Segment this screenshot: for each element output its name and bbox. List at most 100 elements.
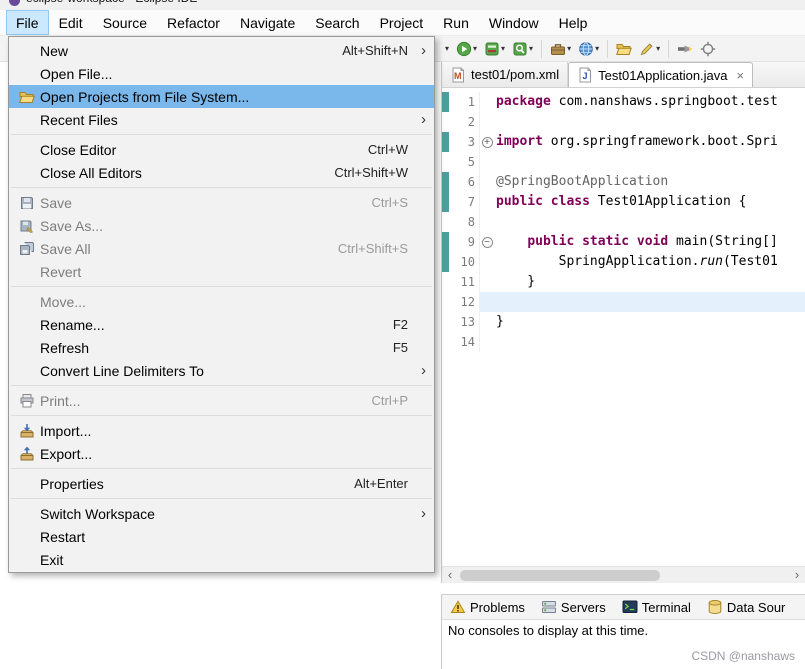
code-line-8[interactable]: 8	[442, 212, 805, 232]
window-titlebar: eclipse-workspace - Eclipse IDE	[0, 0, 805, 10]
code-line-12[interactable]: 12	[442, 292, 805, 312]
code-text: SpringApplication.run(Test01	[494, 252, 805, 272]
line-number: 2	[449, 112, 479, 132]
dropdown-caret-icon[interactable]: ▾	[529, 44, 533, 53]
view-tab-terminal[interactable]: Terminal	[614, 595, 699, 619]
code-line-13[interactable]: 13}	[442, 312, 805, 332]
file-menu-popup: NewAlt+Shift+N› Open File... Open Projects…	[8, 36, 435, 573]
code-line-10[interactable]: 10 SpringApplication.run(Test01	[442, 252, 805, 272]
console-view: No consoles to display at this time. CSD…	[441, 620, 805, 669]
menubar-item-search[interactable]: Search	[305, 10, 369, 35]
code-line-1[interactable]: 1package com.nanshaws.springboot.test	[442, 92, 805, 112]
view-tab-data-sour[interactable]: Data Sour	[699, 595, 794, 619]
fold-collapse-icon[interactable]: −	[482, 237, 493, 248]
menu-item-label: Close Editor	[40, 142, 116, 158]
line-number: 9	[449, 232, 479, 252]
file-menu-item-save-as: Save As...	[9, 214, 434, 237]
fold-gutter	[479, 152, 494, 172]
toolbar-coverage-button[interactable]: ▾	[481, 39, 508, 59]
view-tab-problems[interactable]: Problems	[442, 595, 533, 619]
dropdown-caret-icon[interactable]: ▾	[473, 44, 477, 53]
open-folder-icon	[616, 41, 632, 57]
file-menu-item-exit[interactable]: Exit	[9, 548, 434, 571]
menubar-item-edit[interactable]: Edit	[49, 10, 93, 35]
file-menu-item-open-projects-from-file-system[interactable]: Open Projects from File System...	[9, 85, 434, 108]
fold-gutter[interactable]: −	[479, 232, 494, 252]
code-text	[494, 332, 805, 352]
dropdown-caret-icon[interactable]: ▾	[656, 44, 660, 53]
editor-tabbar: Mtest01/pom.xmlJTest01Application.java×	[441, 62, 805, 88]
menubar-item-run[interactable]: Run	[433, 10, 479, 35]
toolbar-mark-text-button[interactable]: ▾	[636, 39, 663, 59]
editor-tab-test01application-java[interactable]: JTest01Application.java×	[568, 62, 753, 87]
menubar-item-refactor[interactable]: Refactor	[157, 10, 230, 35]
menubar-item-project[interactable]: Project	[370, 10, 434, 35]
scroll-left-icon[interactable]	[442, 567, 458, 583]
globe-icon	[578, 41, 594, 57]
scroll-right-icon[interactable]	[789, 567, 805, 583]
dropdown-caret-icon[interactable]: ▾	[595, 44, 599, 53]
menu-item-label: Properties	[40, 476, 104, 492]
fold-gutter	[479, 192, 494, 212]
file-menu-item-switch-workspace[interactable]: Switch Workspace›	[9, 502, 434, 525]
file-menu-item-new[interactable]: NewAlt+Shift+N›	[9, 39, 434, 62]
code-line-2[interactable]: 2	[442, 112, 805, 132]
scrollbar-thumb[interactable]	[460, 570, 660, 581]
fold-gutter	[479, 332, 494, 352]
change-bar	[442, 252, 449, 272]
menu-item-label: Convert Line Delimiters To	[40, 363, 204, 379]
toolbar-open-web-browser-button[interactable]: ▾	[575, 39, 602, 59]
change-bar	[442, 192, 449, 212]
file-menu-item-convert-line-delimiters-to[interactable]: Convert Line Delimiters To ›	[9, 359, 434, 382]
menu-separator	[11, 286, 432, 287]
file-menu-item-open-file[interactable]: Open File...	[9, 62, 434, 85]
file-menu-item-import[interactable]: Import...	[9, 419, 434, 442]
toolbar-new-wizard-button[interactable]: ▾	[547, 39, 574, 59]
toolbar-last-edit-location-button[interactable]	[697, 39, 719, 59]
fold-gutter[interactable]: +	[479, 132, 494, 152]
dropdown-caret-icon[interactable]: ▾	[567, 44, 571, 53]
fold-gutter	[479, 272, 494, 292]
file-menu-item-close-all-editors[interactable]: Close All EditorsCtrl+Shift+W	[9, 161, 434, 184]
menu-item-label: Save As...	[40, 218, 103, 234]
toolbar-history-dropdown-button[interactable]: ▾	[441, 42, 452, 55]
file-menu-item-properties[interactable]: PropertiesAlt+Enter	[9, 472, 434, 495]
fold-expand-icon[interactable]: +	[482, 137, 493, 148]
line-number: 5	[449, 152, 479, 172]
menu-item-shortcut: Ctrl+P	[372, 393, 408, 408]
dropdown-caret-icon[interactable]: ▾	[501, 44, 505, 53]
code-line-5[interactable]: 5	[442, 152, 805, 172]
toolbar-search-button[interactable]	[674, 39, 696, 59]
code-line-14[interactable]: 14	[442, 332, 805, 352]
submenu-arrow-icon: ›	[416, 363, 431, 378]
toolbar-profile-button[interactable]: ▾	[509, 39, 536, 59]
menubar-item-file[interactable]: File	[6, 10, 49, 35]
code-editor[interactable]: 1package com.nanshaws.springboot.test23+…	[441, 88, 805, 566]
close-tab-icon[interactable]: ×	[737, 68, 745, 83]
menu-item-label: Recent Files	[40, 112, 118, 128]
code-line-11[interactable]: 11 }	[442, 272, 805, 292]
menubar-item-help[interactable]: Help	[549, 10, 598, 35]
menubar-item-navigate[interactable]: Navigate	[230, 10, 305, 35]
code-line-3[interactable]: 3+import org.springframework.boot.Spri	[442, 132, 805, 152]
editor-horizontal-scrollbar[interactable]	[441, 566, 805, 583]
toolbar-open-resource-button[interactable]	[613, 39, 635, 59]
file-menu-item-close-editor[interactable]: Close EditorCtrl+W	[9, 138, 434, 161]
file-menu-item-recent-files[interactable]: Recent Files›	[9, 108, 434, 131]
code-line-7[interactable]: 7public class Test01Application {	[442, 192, 805, 212]
dropdown-caret-icon[interactable]: ▾	[445, 44, 449, 53]
line-number: 6	[449, 172, 479, 192]
file-menu-item-revert: Revert	[9, 260, 434, 283]
file-menu-item-export[interactable]: Export...	[9, 442, 434, 465]
file-menu-item-refresh[interactable]: RefreshF5	[9, 336, 434, 359]
file-menu-item-rename[interactable]: Rename...F2	[9, 313, 434, 336]
view-tab-servers[interactable]: Servers	[533, 595, 614, 619]
code-line-9[interactable]: 9− public static void main(String[]	[442, 232, 805, 252]
menu-item-label: Open File...	[40, 66, 112, 82]
code-line-6[interactable]: 6@SpringBootApplication	[442, 172, 805, 192]
menubar-item-source[interactable]: Source	[93, 10, 157, 35]
toolbar-run-button[interactable]: ▾	[453, 39, 480, 59]
file-menu-item-restart[interactable]: Restart	[9, 525, 434, 548]
menubar-item-window[interactable]: Window	[479, 10, 549, 35]
editor-tab-test01-pom-xml[interactable]: Mtest01/pom.xml	[442, 62, 568, 87]
